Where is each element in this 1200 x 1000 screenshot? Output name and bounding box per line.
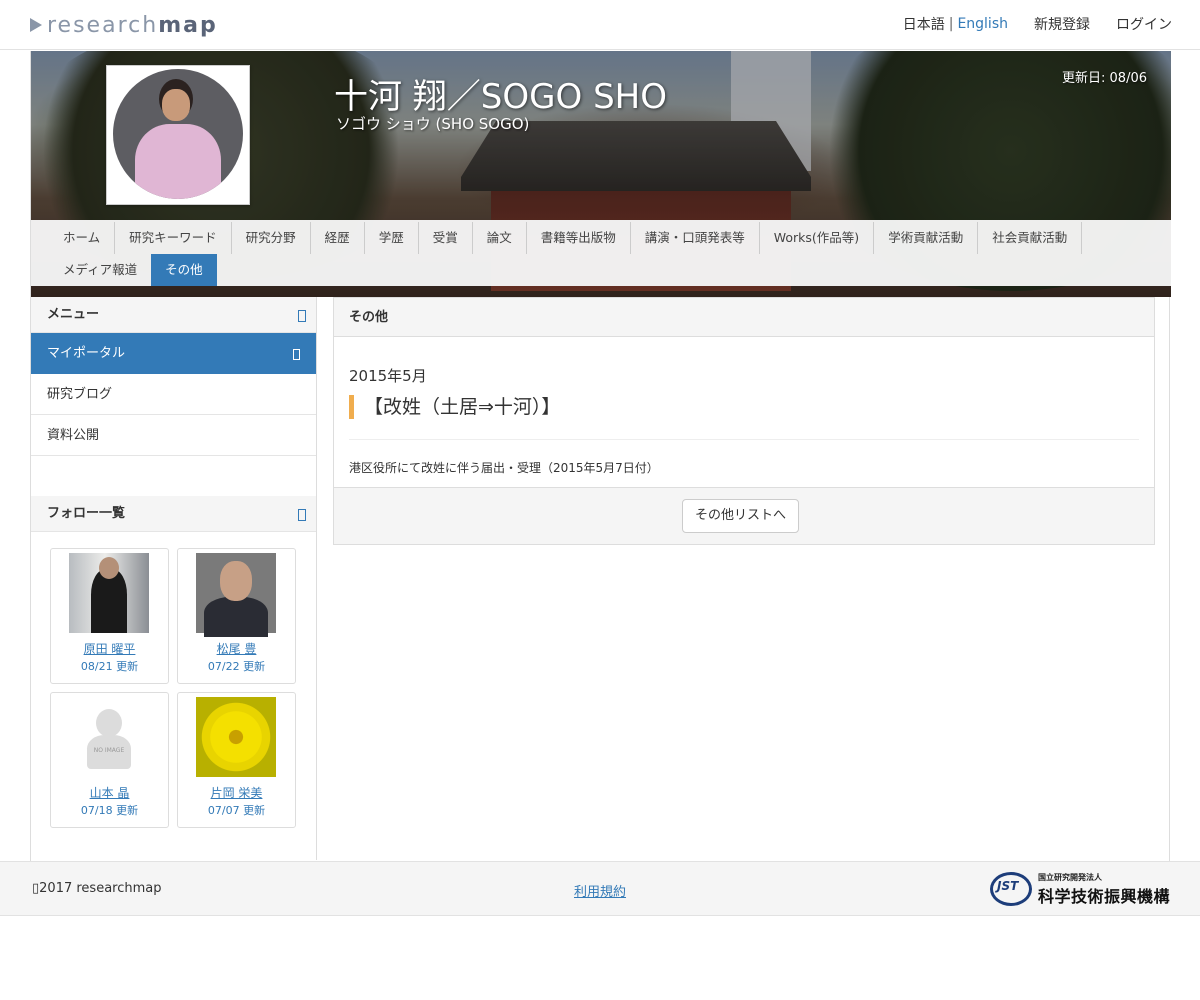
- terms-link[interactable]: 利用規約: [574, 881, 626, 900]
- lang-separator: |: [948, 16, 954, 32]
- logo-text: researchmap: [47, 12, 218, 38]
- follow-panel-header: フォロー一覧: [31, 496, 316, 532]
- tab-row1-0[interactable]: ホーム: [49, 222, 116, 254]
- menu-collapse-icon[interactable]: [298, 310, 306, 322]
- follow-name-link[interactable]: 松尾 豊: [178, 640, 295, 657]
- sidebar-item-label: 研究ブログ: [47, 387, 113, 402]
- no-image-label: NO IMAGE: [93, 747, 125, 754]
- copyright: ▯2017 researchmap: [32, 881, 162, 896]
- entry-title: 【改姓（土居⇒十河）】: [349, 395, 1139, 419]
- profile-updated-date: 更新日: 08/06: [1062, 71, 1147, 86]
- follow-card: 片岡 栄美 07/07 更新: [177, 692, 296, 828]
- no-image-avatar-icon[interactable]: NO IMAGE: [69, 697, 149, 777]
- follow-name-link[interactable]: 原田 曜平: [51, 640, 168, 657]
- follow-collapse-icon[interactable]: [298, 509, 306, 521]
- sidebar-item-materials[interactable]: 資料公開: [31, 415, 316, 456]
- follow-avatar[interactable]: [196, 697, 276, 777]
- sidebar-item-label: 資料公開: [47, 428, 100, 443]
- tab-row1-7[interactable]: 書籍等出版物: [527, 222, 631, 254]
- main-panel-footer: その他リストへ: [334, 487, 1154, 544]
- portal-icon: [293, 349, 300, 360]
- entry-date: 2015年5月: [349, 367, 427, 385]
- tab-row-1: ホーム 研究キーワード 研究分野 経歴 学歴 受賞 論文 書籍等出版物 講演・口頭発表等 Work…: [49, 222, 1161, 254]
- logo-play-icon: [30, 18, 42, 32]
- follow-card: 松尾 豊 07/22 更新: [177, 548, 296, 684]
- profile-tabs: ホーム 研究キーワード 研究分野 経歴 学歴 受賞 論文 書籍等出版物 講演・口頭発表等 Work…: [31, 220, 1171, 286]
- follow-panel-title: フォロー一覧: [47, 506, 126, 521]
- tab-row1-11[interactable]: 社会貢献活動: [978, 222, 1083, 254]
- lang-japanese[interactable]: 日本語: [903, 14, 945, 34]
- follow-list: 原田 曜平 08/21 更新 松尾 豊 07/22 更新 NO IMAGE 山本…: [31, 532, 316, 828]
- researchmap-logo[interactable]: researchmap: [30, 10, 218, 40]
- profile-photo: [113, 69, 243, 199]
- top-navbar: researchmap 日本語 | English 新規登録 ログイン: [0, 0, 1200, 50]
- follow-card: NO IMAGE 山本 晶 07/18 更新: [50, 692, 169, 828]
- profile-kana: ソゴウ ショウ (SHO SOGO): [336, 115, 530, 133]
- profile-banner: 十河 翔／SOGO SHO ソゴウ ショウ (SHO SOGO) 更新日: 08…: [31, 51, 1171, 297]
- main-panel-body: 2015年5月 【改姓（土居⇒十河）】 港区役所にて改姓に伴う届出・受理（201…: [334, 365, 1154, 476]
- register-link[interactable]: 新規登録: [1034, 14, 1090, 34]
- follow-name-link[interactable]: 片岡 栄美: [178, 784, 295, 801]
- tab-row1-9[interactable]: Works(作品等): [760, 222, 875, 254]
- sidebar-item-my-portal[interactable]: マイポータル: [31, 333, 316, 374]
- other-list-button[interactable]: その他リストへ: [682, 499, 800, 533]
- page-container: 十河 翔／SOGO SHO ソゴウ ショウ (SHO SOGO) 更新日: 08…: [30, 51, 1171, 861]
- main-panel-title: その他: [334, 298, 1154, 337]
- tab-row1-5[interactable]: 受賞: [419, 222, 473, 254]
- tab-row1-8[interactable]: 講演・口頭発表等: [631, 222, 760, 254]
- page-footer: ▯2017 researchmap 利用規約 JST 国立研究開発法人 科学技術…: [0, 861, 1200, 916]
- sidebar-item-label: マイポータル: [47, 346, 126, 361]
- follow-updated-date: 08/21 更新: [80, 660, 139, 673]
- lang-english-link[interactable]: English: [957, 16, 1008, 32]
- follow-updated-date: 07/22 更新: [207, 660, 266, 673]
- tab-row1-2[interactable]: 研究分野: [232, 222, 311, 254]
- top-links: 日本語 | English 新規登録 ログイン: [903, 14, 1172, 34]
- jst-logo[interactable]: JST 国立研究開発法人 科学技術振興機構: [989, 870, 1170, 908]
- tab-row1-6[interactable]: 論文: [473, 222, 527, 254]
- follow-avatar[interactable]: [196, 553, 276, 637]
- profile-photo-frame: [106, 65, 250, 205]
- tab-row1-3[interactable]: 経歴: [311, 222, 365, 254]
- tab-row2-0[interactable]: メディア報道: [49, 254, 151, 286]
- tab-row1-1[interactable]: 研究キーワード: [115, 222, 232, 254]
- follow-avatar[interactable]: [69, 553, 149, 633]
- follow-card: 原田 曜平 08/21 更新: [50, 548, 169, 684]
- tab-row1-4[interactable]: 学歴: [365, 222, 419, 254]
- profile-name: 十河 翔／SOGO SHO: [334, 77, 667, 117]
- menu-panel-header: メニュー: [31, 297, 316, 333]
- follow-name-link[interactable]: 山本 晶: [51, 784, 168, 801]
- menu-panel-title: メニュー: [47, 307, 100, 322]
- jst-mark-icon: JST: [989, 872, 1032, 906]
- sidebar: メニュー マイポータル 研究ブログ 資料公開 フォロー一覧 原田 曜平 08/2…: [31, 297, 317, 860]
- tab-row1-10[interactable]: 学術貢献活動: [874, 222, 979, 254]
- follow-updated-date: 07/18 更新: [80, 804, 139, 817]
- tab-row2-1[interactable]: その他: [151, 254, 217, 286]
- tab-row-2: メディア報道 その他: [49, 254, 1161, 286]
- follow-updated-date: 07/07 更新: [207, 804, 266, 817]
- main-panel: その他 2015年5月 【改姓（土居⇒十河）】 港区役所にて改姓に伴う届出・受理…: [333, 297, 1155, 545]
- login-link[interactable]: ログイン: [1116, 14, 1172, 34]
- entry-divider: [349, 439, 1139, 440]
- entry-description: 港区役所にて改姓に伴う届出・受理（2015年5月7日付）: [349, 461, 659, 475]
- sidebar-item-research-blog[interactable]: 研究ブログ: [31, 374, 316, 415]
- jst-text: 国立研究開発法人 科学技術振興機構: [1037, 872, 1170, 906]
